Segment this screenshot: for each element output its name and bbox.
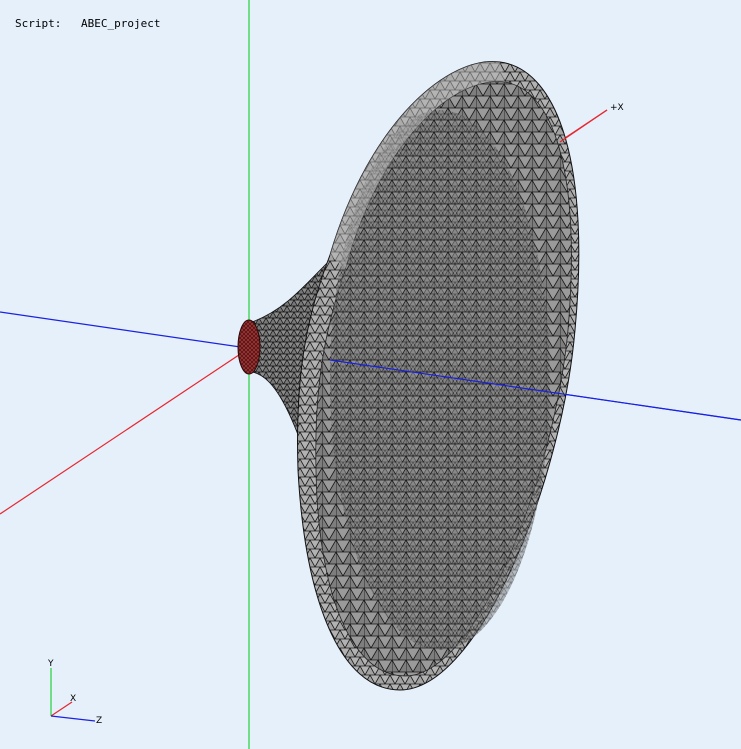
triad-z-label: Z <box>96 716 102 726</box>
3d-viewport[interactable]: Script: ABEC_project +X Y X Z <box>0 0 741 749</box>
horn-mesh-icon[interactable] <box>237 61 580 691</box>
triad-x-label: X <box>70 694 76 704</box>
scene-canvas[interactable]: +X Y X Z <box>0 0 741 749</box>
axis-triad-icon: Y X Z <box>47 659 102 726</box>
throat-icon <box>237 319 261 375</box>
triad-y-label: Y <box>47 659 54 669</box>
plus-x-label: +X <box>610 103 624 113</box>
x-axis-front <box>559 109 608 143</box>
